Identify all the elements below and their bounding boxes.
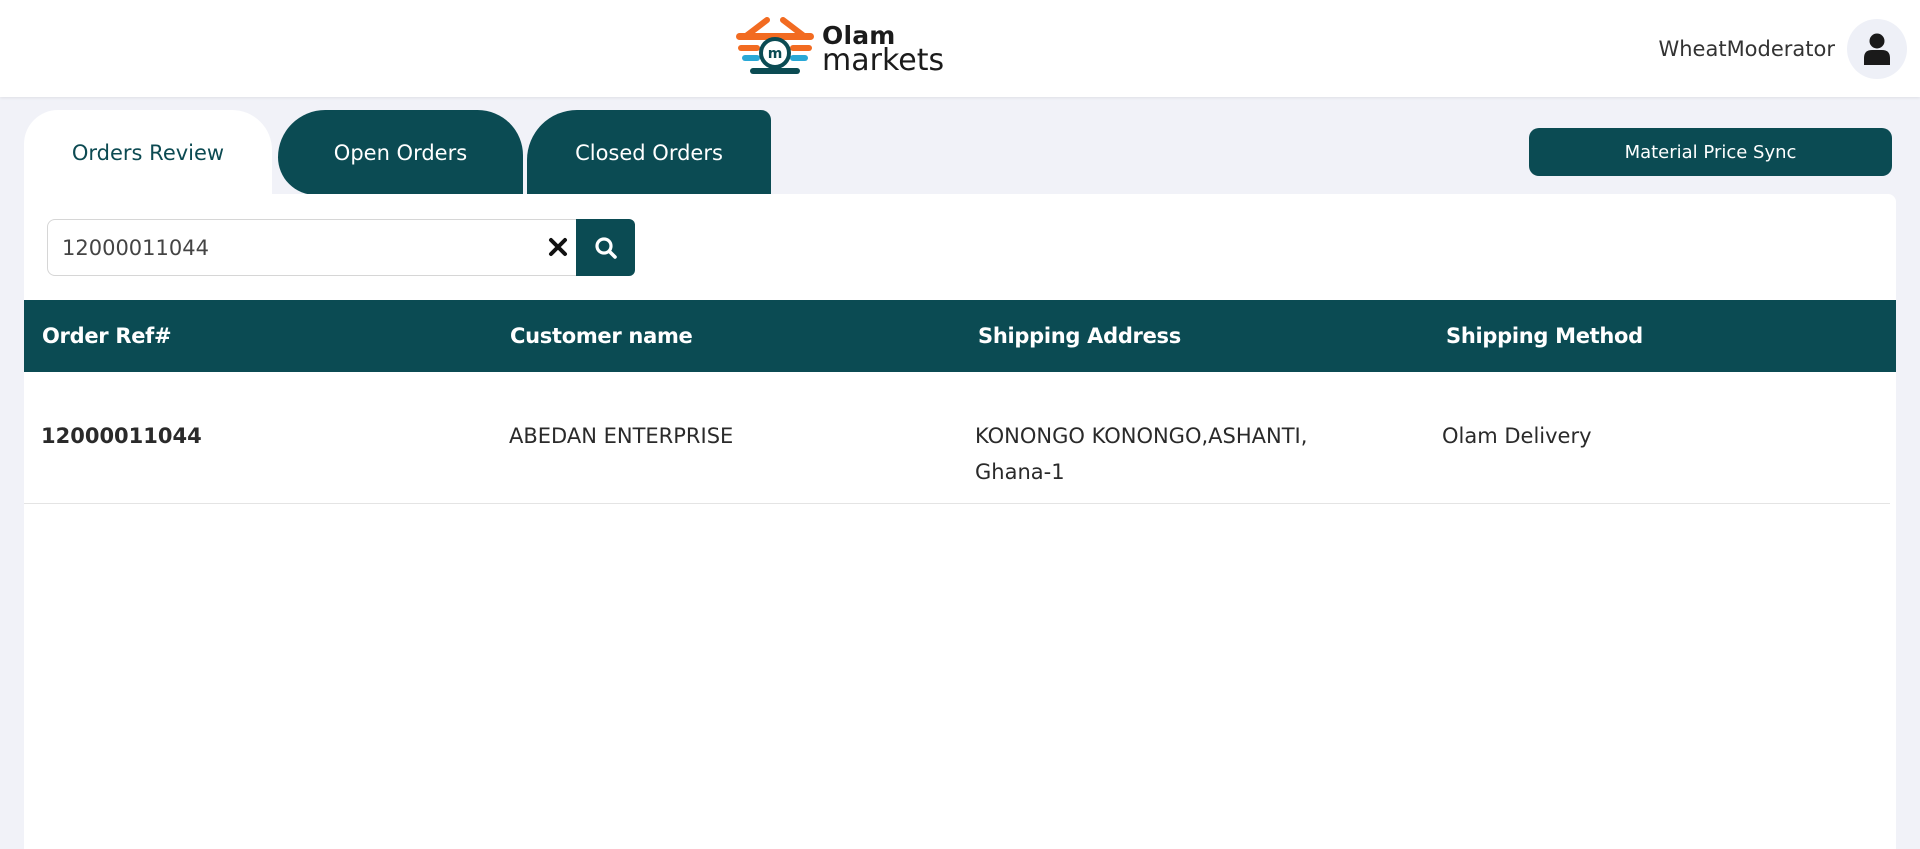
tab-label: Open Orders xyxy=(333,140,468,165)
avatar[interactable] xyxy=(1847,19,1907,79)
column-header-customer-name[interactable]: Customer name xyxy=(510,324,693,348)
tab-orders-review[interactable]: Orders Review xyxy=(24,110,272,195)
customer-name-cell: ABEDAN ENTERPRISE xyxy=(509,424,734,448)
username-label: WheatModerator xyxy=(1658,37,1835,61)
column-header-shipping-address[interactable]: Shipping Address xyxy=(978,324,1358,348)
order-ref-cell[interactable]: 12000011044 xyxy=(41,418,202,454)
search-icon xyxy=(594,236,617,259)
search-input[interactable] xyxy=(62,220,522,275)
brand-name-line2: markets xyxy=(822,42,945,78)
table-row[interactable]: 12000011044 ABEDAN ENTERPRISE KONONGO KO… xyxy=(24,372,1890,504)
material-price-sync-button[interactable]: Material Price Sync xyxy=(1529,128,1892,176)
shipping-address-line2: Ghana-1 xyxy=(975,460,1065,484)
user-icon xyxy=(1864,33,1890,65)
close-icon[interactable] xyxy=(547,236,569,258)
tab-open-orders[interactable]: Open Orders xyxy=(278,110,523,195)
column-header-shipping-method[interactable]: Shipping Method xyxy=(1446,324,1643,348)
orders-review-panel: Order Ref# Customer name Shipping Addres… xyxy=(24,194,1896,849)
basket-logo-icon: m xyxy=(736,17,814,74)
column-header-order-ref[interactable]: Order Ref# xyxy=(42,324,172,348)
search-field xyxy=(47,219,577,276)
top-header: m Olam markets WheatModerator xyxy=(0,0,1920,97)
tab-closed-orders[interactable]: Closed Orders xyxy=(527,110,771,195)
brand-logo[interactable]: m Olam markets xyxy=(732,16,944,82)
shipping-method-cell: Olam Delivery xyxy=(1442,424,1592,448)
shipping-address-line1: KONONGO KONONGO,ASHANTI, xyxy=(975,424,1308,448)
tab-label: Closed Orders xyxy=(575,140,723,165)
search-button[interactable] xyxy=(576,219,635,276)
shipping-address-cell: KONONGO KONONGO,ASHANTI, Ghana-1 xyxy=(975,418,1355,490)
svg-text:m: m xyxy=(768,46,783,62)
table-header: Order Ref# Customer name Shipping Addres… xyxy=(24,300,1896,372)
user-menu[interactable]: WheatModerator xyxy=(1658,18,1907,80)
tab-label: Orders Review xyxy=(71,140,225,165)
